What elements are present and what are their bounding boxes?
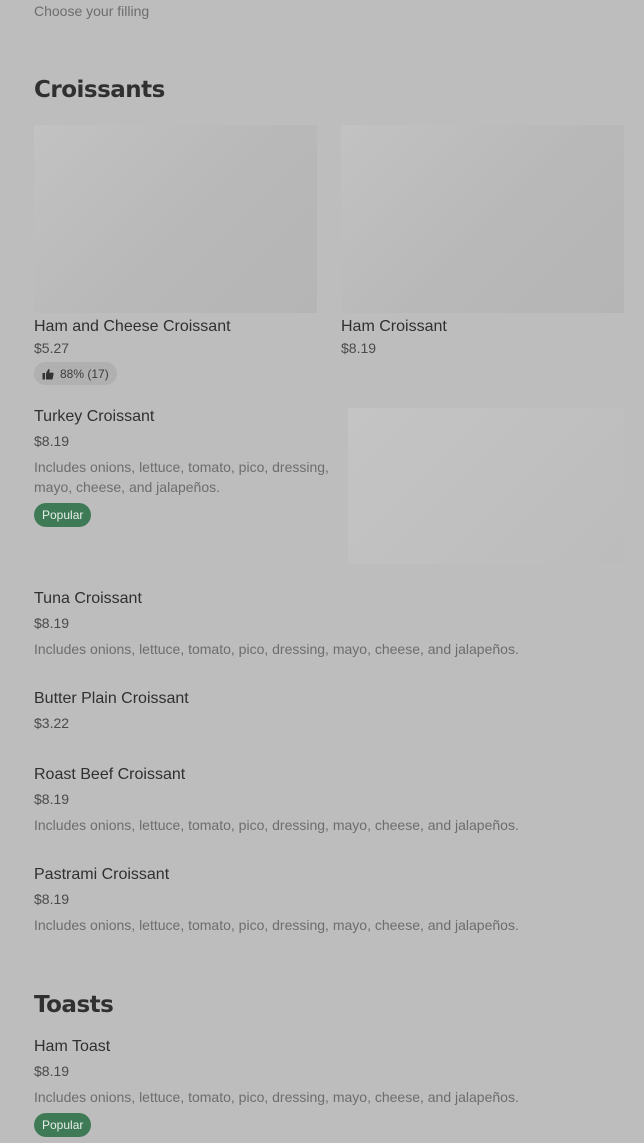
section-title-toasts: Toasts — [34, 992, 114, 1018]
section-title-croissants: Croissants — [34, 77, 165, 103]
item-price: $8.19 — [34, 791, 70, 807]
item-price: $8.19 — [34, 1063, 70, 1079]
item-name: Ham Croissant — [341, 318, 447, 335]
item-image — [341, 125, 624, 313]
menu-card-ham-and-cheese-croissant[interactable]: Ham and Cheese Croissant $5.27 88% (17) — [34, 125, 317, 385]
item-price: $8.19 — [34, 891, 70, 907]
rating-badge: 88% (17) — [34, 362, 117, 385]
menu-item-butter-plain-croissant[interactable]: Butter Plain Croissant $3.22 — [34, 690, 624, 731]
menu-item-tuna-croissant[interactable]: Tuna Croissant $8.19 Includes onions, le… — [34, 590, 624, 659]
item-image — [34, 125, 317, 313]
item-price: $5.27 — [34, 340, 70, 356]
item-description: Includes onions, lettuce, tomato, pico, … — [34, 817, 519, 833]
item-price: $8.19 — [34, 433, 70, 449]
menu-item-turkey-croissant[interactable]: Turkey Croissant $8.19 Includes onions, … — [34, 408, 344, 527]
item-price: $8.19 — [341, 340, 377, 356]
item-description: Includes onions, lettuce, tomato, pico, … — [34, 917, 519, 933]
item-description: Includes onions, lettuce, tomato, pico, … — [34, 641, 519, 657]
item-name: Pastrami Croissant — [34, 866, 170, 883]
rating-text: 88% (17) — [60, 366, 109, 381]
item-price: $8.19 — [34, 615, 70, 631]
popular-badge: Popular — [34, 503, 92, 527]
menu-item-ham-toast[interactable]: Ham Toast $8.19 Includes onions, lettuce… — [34, 1038, 624, 1137]
menu-card-ham-croissant[interactable]: Ham Croissant $8.19 — [341, 125, 624, 356]
featured-items-grid: Ham and Cheese Croissant $5.27 88% (17) … — [34, 125, 624, 390]
item-image-turkey-croissant[interactable] — [348, 408, 624, 564]
menu-page: Choose your filling Croissants Ham and C… — [0, 0, 644, 1143]
item-name: Ham Toast — [34, 1038, 111, 1055]
item-description: Includes onions, lettuce, tomato, pico, … — [34, 1089, 519, 1105]
thumbs-up-icon — [42, 368, 54, 379]
item-description: Includes onions, lettuce, tomato, pico, … — [34, 459, 329, 495]
item-price: $3.22 — [34, 715, 70, 731]
item-name: Ham and Cheese Croissant — [34, 318, 231, 335]
item-name: Tuna Croissant — [34, 590, 142, 607]
menu-item-roast-beef-croissant[interactable]: Roast Beef Croissant $8.19 Includes onio… — [34, 766, 624, 835]
menu-item-pastrami-croissant[interactable]: Pastrami Croissant $8.19 Includes onions… — [34, 866, 624, 935]
item-name: Roast Beef Croissant — [34, 766, 186, 783]
item-name: Butter Plain Croissant — [34, 690, 189, 707]
choose-filling-text: Choose your filling — [34, 3, 150, 19]
item-name: Turkey Croissant — [34, 408, 155, 425]
popular-badge: Popular — [34, 1113, 92, 1137]
